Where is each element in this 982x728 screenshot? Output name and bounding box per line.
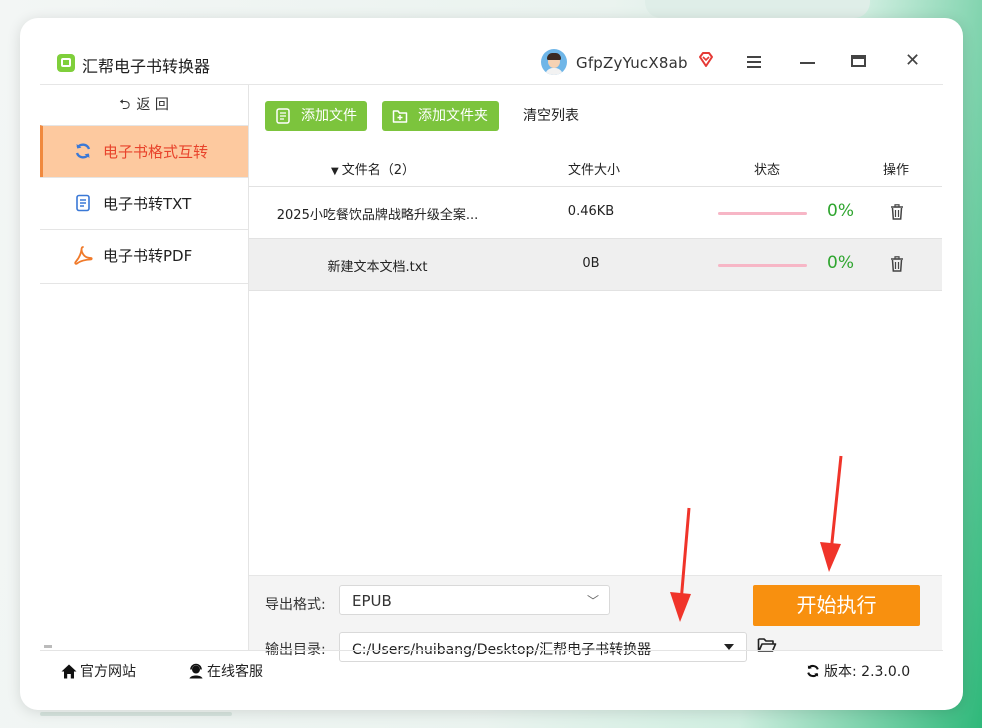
home-icon xyxy=(61,664,77,679)
menu-icon[interactable] xyxy=(747,56,761,68)
footer: 官方网站 在线客服 版本: 2.3.0.0 xyxy=(40,650,943,689)
version-info: 版本: 2.3.0.0 xyxy=(805,661,910,681)
back-button[interactable]: ⮌ 返 回 xyxy=(40,85,248,125)
app-window: 汇帮电子书转换器 GfpZyYucX8ab ✕ ⮌ 返 回 电子书格式互转 电子… xyxy=(20,18,963,710)
annotation-arrow xyxy=(820,455,843,572)
chevron-down-icon: ﹀ xyxy=(586,594,599,608)
column-header-size: 文件大小 xyxy=(568,163,621,178)
online-service-label: 在线客服 xyxy=(207,664,263,680)
vip-diamond-icon[interactable] xyxy=(697,51,715,69)
add-file-label: 添加文件 xyxy=(301,108,357,124)
sidebar-divider xyxy=(40,283,248,284)
column-header-action: 操作 xyxy=(883,163,910,178)
table-row[interactable]: 2025小吃餐饮品牌战略升级全案... 0.46KB 0% xyxy=(249,187,942,239)
sort-down-icon: ▼ xyxy=(331,166,339,177)
progress-percent: 0% xyxy=(827,253,854,273)
user-avatar[interactable] xyxy=(541,49,567,75)
official-website-label: 官方网站 xyxy=(80,664,136,680)
export-settings-panel: 导出格式: EPUB ﹀ 输出目录: C:/Users/huibang/Desk… xyxy=(249,575,942,662)
sidebar-item-label: 电子书格式互转 xyxy=(103,143,209,161)
maximize-icon[interactable] xyxy=(851,55,866,67)
back-arrow-icon: ⮌ xyxy=(119,97,131,113)
version-label: 版本: 2.3.0.0 xyxy=(824,664,911,680)
add-folder-button[interactable]: 添加文件夹 xyxy=(382,101,499,131)
column-header-status: 状态 xyxy=(754,163,781,178)
sidebar-item-format-convert[interactable]: 电子书格式互转 xyxy=(40,125,248,177)
back-label: 返 回 xyxy=(136,97,169,113)
sidebar-item-to-pdf[interactable]: 电子书转PDF xyxy=(40,229,248,281)
close-icon[interactable]: ✕ xyxy=(905,52,920,70)
clear-list-button[interactable]: 清空列表 xyxy=(523,101,579,131)
export-format-label: 导出格式: xyxy=(265,597,326,613)
app-logo-icon xyxy=(57,54,75,72)
table-header: ▼ 文件名（2） 文件大小 状态 操作 xyxy=(249,147,942,187)
add-file-icon xyxy=(276,108,290,124)
online-service-link[interactable]: 在线客服 xyxy=(188,661,263,681)
table-row[interactable]: 新建文本文档.txt 0B 0% xyxy=(249,239,942,291)
file-name: 2025小吃餐饮品牌战略升级全案... xyxy=(276,208,479,223)
progress-bar xyxy=(718,264,807,267)
sidebar-item-to-txt[interactable]: 电子书转TXT xyxy=(40,177,248,229)
file-size: 0B xyxy=(582,256,600,271)
minimize-icon[interactable] xyxy=(800,62,815,64)
add-folder-icon xyxy=(392,110,408,123)
app-title: 汇帮电子书转换器 xyxy=(82,57,211,76)
sidebar-item-label: 电子书转PDF xyxy=(103,247,193,265)
refresh-icon xyxy=(75,143,91,159)
column-header-name[interactable]: ▼ 文件名（2） xyxy=(331,159,415,178)
customer-service-icon xyxy=(189,663,203,679)
add-folder-label: 添加文件夹 xyxy=(418,108,488,124)
official-website-link[interactable]: 官方网站 xyxy=(61,661,136,681)
title-bar: 汇帮电子书转换器 GfpZyYucX8ab ✕ xyxy=(20,18,963,84)
resize-handle[interactable] xyxy=(44,645,52,648)
sidebar-item-label: 电子书转TXT xyxy=(103,195,192,213)
username[interactable]: GfpZyYucX8ab xyxy=(576,54,688,72)
document-icon xyxy=(76,194,90,212)
file-name: 新建文本文档.txt xyxy=(327,260,428,275)
delete-icon[interactable] xyxy=(890,256,904,272)
progress-bar xyxy=(718,212,807,215)
start-button[interactable]: 开始执行 xyxy=(753,585,920,626)
update-icon xyxy=(807,664,819,678)
background-bar xyxy=(40,712,232,716)
export-format-value: EPUB xyxy=(352,592,392,610)
annotation-arrow xyxy=(670,507,691,622)
background-tab xyxy=(645,0,870,18)
delete-icon[interactable] xyxy=(890,204,904,220)
export-format-select[interactable]: EPUB ﹀ xyxy=(339,585,610,615)
file-size: 0.46KB xyxy=(567,204,615,219)
progress-percent: 0% xyxy=(827,201,854,221)
sidebar: ⮌ 返 回 电子书格式互转 电子书转TXT 电子书转PDF xyxy=(40,85,249,650)
add-file-button[interactable]: 添加文件 xyxy=(265,101,367,131)
pdf-icon xyxy=(74,246,93,265)
